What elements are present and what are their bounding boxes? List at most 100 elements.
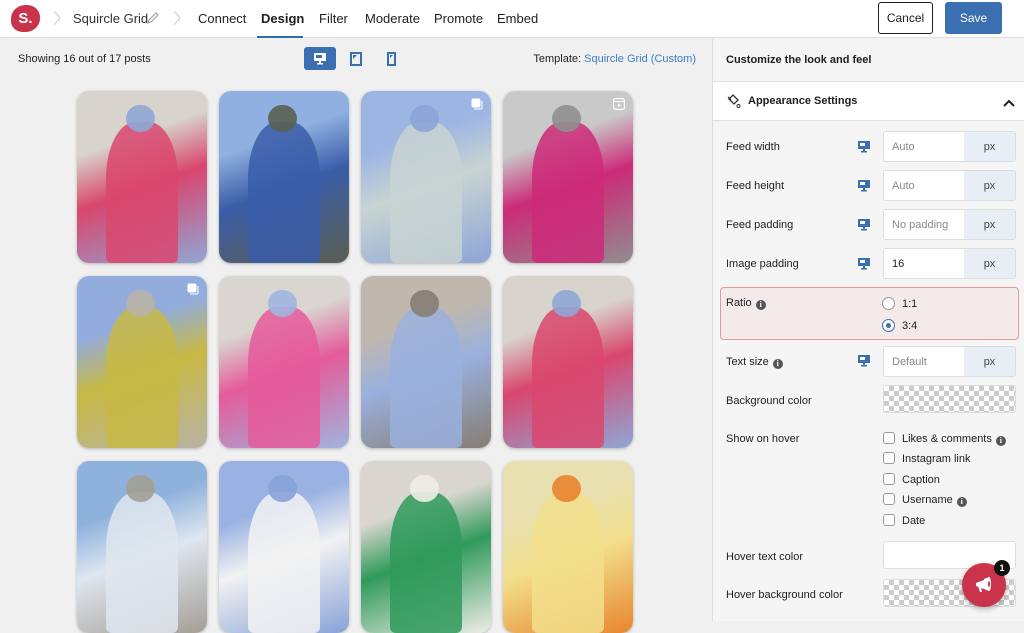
post-tile[interactable] — [219, 461, 349, 633]
post-image-detail — [410, 104, 439, 133]
ratio-option-label: 1:1 — [902, 298, 918, 310]
text-size-input[interactable] — [884, 347, 964, 376]
info-icon[interactable]: i — [772, 359, 783, 369]
unit-label: px — [964, 171, 1015, 200]
text-size-label: Text size i — [726, 356, 783, 369]
hover-text-color-label: Hover text color — [726, 551, 804, 563]
image-padding-label: Image padding — [726, 258, 799, 270]
post-image — [247, 491, 321, 633]
post-image-detail — [126, 289, 155, 318]
desktop-icon[interactable] — [857, 179, 871, 192]
feed-width-input[interactable] — [884, 132, 964, 161]
show-on-hover-label: Show on hover — [726, 433, 800, 445]
section-title: Appearance Settings — [748, 95, 858, 107]
post-tile[interactable] — [77, 276, 207, 448]
feed-padding-input[interactable] — [884, 210, 964, 239]
notification-badge: 1 — [994, 560, 1010, 576]
checkbox-label: Instagram link — [902, 453, 971, 465]
post-tile[interactable] — [361, 276, 491, 448]
post-image — [105, 491, 179, 633]
desktop-icon[interactable] — [857, 257, 871, 270]
desktop-icon — [314, 53, 326, 65]
device-desktop-button[interactable] — [304, 47, 336, 70]
post-image-detail — [268, 289, 297, 318]
announcements-button[interactable]: 1 — [962, 560, 1010, 607]
post-image-detail — [268, 104, 297, 133]
feed-preview: Showing 16 out of 17 posts Template: Squ… — [0, 39, 712, 633]
tab-embed[interactable]: Embed — [497, 11, 538, 26]
post-image-detail — [268, 474, 297, 503]
post-image-detail — [552, 104, 581, 133]
save-button[interactable]: Save — [945, 2, 1002, 34]
likes-comments-checkbox[interactable] — [883, 432, 895, 444]
chevron-up-icon[interactable] — [1003, 96, 1015, 110]
unit-label: px — [964, 132, 1015, 161]
checkbox-label: Date — [902, 515, 926, 527]
post-tile[interactable] — [77, 91, 207, 263]
tablet-icon — [350, 51, 362, 66]
desktop-icon[interactable] — [857, 218, 871, 231]
breadcrumb-chevron-icon — [53, 10, 61, 26]
template-info: Template: Squircle Grid (Custom) — [533, 53, 696, 65]
instagram-link-checkbox[interactable] — [883, 452, 895, 464]
carousel-icon — [187, 283, 199, 295]
desktop-icon[interactable] — [857, 354, 871, 367]
post-tile[interactable] — [503, 91, 633, 263]
post-grid — [77, 91, 634, 633]
ratio-1-1-radio[interactable] — [882, 297, 895, 310]
caption-checkbox[interactable] — [883, 473, 895, 485]
tab-moderate[interactable]: Moderate — [365, 11, 420, 26]
megaphone-icon — [976, 577, 991, 592]
ratio-label: Ratio i — [726, 297, 766, 310]
date-checkbox[interactable] — [883, 514, 895, 526]
unit-label: px — [964, 249, 1015, 278]
unit-label: px — [964, 210, 1015, 239]
tab-connect[interactable]: Connect — [198, 11, 246, 26]
tab-filter[interactable]: Filter — [319, 11, 348, 26]
ratio-3-4-radio[interactable] — [882, 319, 895, 332]
info-icon[interactable]: i — [755, 300, 766, 310]
checkbox-label: Likes & comments i — [902, 433, 1006, 446]
feed-name: Squircle Grid — [73, 11, 149, 26]
post-tile[interactable] — [219, 91, 349, 263]
post-tile[interactable] — [503, 276, 633, 448]
post-count: Showing 16 out of 17 posts — [18, 53, 151, 65]
device-mobile-button[interactable] — [375, 47, 407, 70]
hover-background-color-label: Hover background color — [726, 589, 843, 601]
brand-logo[interactable]: S. — [11, 5, 40, 32]
carousel-icon — [471, 98, 483, 110]
edit-pencil-icon[interactable] — [146, 11, 160, 25]
post-image — [247, 121, 321, 263]
post-tile[interactable] — [503, 461, 633, 633]
post-tile[interactable] — [219, 276, 349, 448]
mobile-icon — [386, 51, 396, 66]
desktop-icon[interactable] — [857, 140, 871, 153]
background-color-picker[interactable] — [883, 385, 1016, 413]
info-icon[interactable]: i — [956, 497, 967, 507]
post-image — [531, 491, 605, 633]
image-padding-field: px — [883, 248, 1016, 279]
post-image — [389, 491, 463, 633]
feed-width-field: px — [883, 131, 1016, 162]
breadcrumb-chevron-icon — [173, 10, 181, 26]
tab-design[interactable]: Design — [261, 11, 304, 26]
checkbox-label: Username i — [902, 494, 967, 507]
info-icon[interactable]: i — [995, 436, 1006, 446]
top-bar: S. Squircle Grid Connect Design Filter M… — [0, 0, 1024, 38]
post-image — [531, 121, 605, 263]
appearance-settings-header[interactable]: Appearance Settings — [713, 81, 1024, 121]
post-tile[interactable] — [77, 461, 207, 633]
post-tile[interactable] — [361, 461, 491, 633]
post-image-detail — [126, 104, 155, 133]
active-tab-indicator — [257, 36, 303, 38]
post-tile[interactable] — [361, 91, 491, 263]
device-tablet-button[interactable] — [340, 47, 372, 70]
username-checkbox[interactable] — [883, 493, 895, 505]
feed-height-input[interactable] — [884, 171, 964, 200]
template-link[interactable]: Squircle Grid (Custom) — [584, 53, 696, 65]
image-padding-input[interactable] — [884, 249, 964, 278]
post-image-detail — [552, 289, 581, 318]
post-image-detail — [410, 289, 439, 318]
tab-promote[interactable]: Promote — [434, 11, 483, 26]
cancel-button[interactable]: Cancel — [878, 2, 933, 34]
